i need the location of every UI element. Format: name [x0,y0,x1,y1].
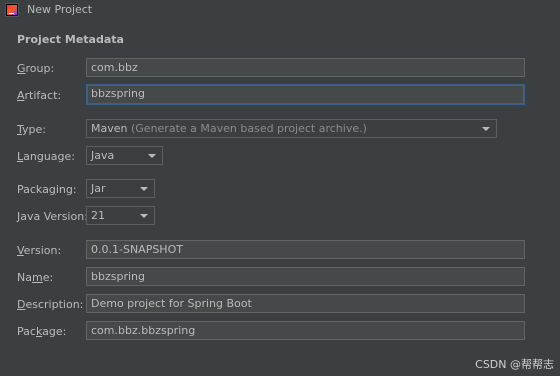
artifact-label: Artifact: [17,89,61,102]
type-label: Type: [17,123,46,136]
java-version-label-rest: ava Version: [20,210,88,223]
version-field[interactable]: 0.0.1-SNAPSHOT [86,240,525,259]
packaging-dropdown[interactable]: Jar [86,179,155,198]
description-label: Description: [17,298,83,311]
package-label: Package: [17,325,66,338]
language-value: Java [91,149,115,162]
name-field[interactable]: bbzspring [86,267,525,286]
package-field[interactable]: com.bbz.bbzspring [86,321,525,340]
type-dropdown[interactable]: Maven (Generate a Maven based project ar… [86,119,497,138]
type-value: Maven [91,122,128,135]
package-label-pre: Pac [17,325,36,338]
version-label-rest: ersion: [23,244,62,257]
group-label: Group: [17,62,54,75]
name-label: Name: [17,271,53,284]
description-field[interactable]: Demo project for Spring Boot [86,294,525,313]
name-label-pre: Na [17,271,32,284]
description-label-rest: escription: [25,298,84,311]
chevron-down-icon [482,127,490,131]
language-dropdown[interactable]: Java [86,146,163,165]
group-field[interactable]: com.bbz [86,58,525,77]
group-label-mnemonic: G [17,62,26,75]
packaging-value: Jar [91,182,106,195]
language-label-rest: anguage: [23,150,76,163]
artifact-label-mnemonic: A [17,89,25,102]
packaging-label: Packaging: [17,183,77,196]
java-version-value: 21 [91,209,105,222]
language-label: Language: [17,150,75,163]
window-title: New Project [27,3,93,16]
packaging-label-pre: Packa [17,183,49,196]
watermark: CSDN @帮帮志 [475,358,554,371]
name-label-rest: e: [42,271,54,284]
java-version-label: Java Version: [17,210,88,223]
chevron-down-icon [140,187,148,191]
artifact-label-rest: rtifact: [24,89,62,102]
chevron-down-icon [148,154,156,158]
version-label: Version: [17,244,61,257]
version-label-mnemonic: V [17,244,24,257]
type-hint: (Generate a Maven based project archive.… [130,122,367,135]
packaging-label-mnemonic: g [48,183,56,196]
intellij-idea-icon [5,3,19,17]
type-label-rest: ype: [22,123,46,136]
artifact-field[interactable]: bbzspring [86,84,525,105]
java-version-dropdown[interactable]: 21 [86,206,155,225]
package-label-rest: age: [42,325,67,338]
section-title: Project Metadata [17,33,124,46]
packaging-label-rest: ing: [55,183,77,196]
title-bar: New Project [0,0,560,22]
name-label-mnemonic: m [31,271,43,284]
group-label-rest: roup: [25,62,55,75]
chevron-down-icon [140,214,148,218]
